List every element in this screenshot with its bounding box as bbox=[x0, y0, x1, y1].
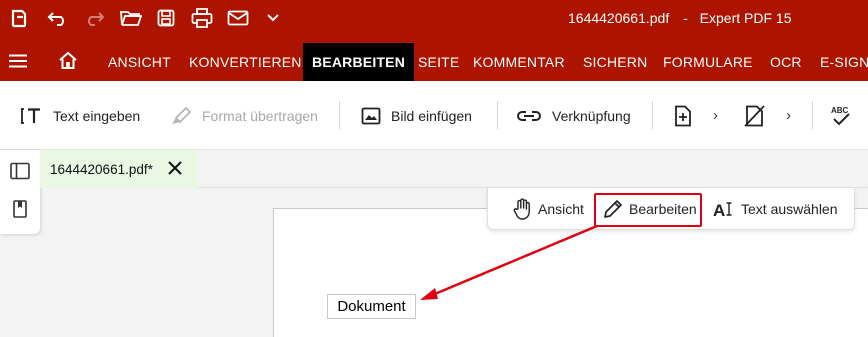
side-panel bbox=[0, 150, 40, 234]
panel-toggle-icon[interactable] bbox=[9, 160, 31, 182]
document-text: Dokument bbox=[337, 298, 406, 315]
add-page-chevron-icon[interactable]: › bbox=[713, 107, 718, 124]
text-eingeben-label: Text eingeben bbox=[53, 108, 141, 124]
tab-bearbeiten[interactable]: BEARBEITEN bbox=[303, 43, 415, 81]
document-tab-bar: 1644420661.pdf* bbox=[40, 150, 868, 188]
undo-icon[interactable] bbox=[46, 6, 70, 30]
ribbon-separator bbox=[812, 101, 813, 129]
redo-icon[interactable] bbox=[82, 6, 106, 30]
crop-page-chevron-icon[interactable]: › bbox=[786, 107, 791, 124]
ribbon-tabs: ANSICHT KONVERTIEREN BEARBEITEN SEITE KO… bbox=[0, 37, 868, 81]
spellcheck-icon: ABC bbox=[830, 104, 852, 128]
page-slash-icon bbox=[744, 105, 766, 127]
image-icon bbox=[361, 107, 381, 125]
format-uebertragen-label: Format übertragen bbox=[202, 108, 318, 124]
tab-esign[interactable]: E-SIGN bbox=[820, 43, 868, 81]
save-icon[interactable] bbox=[155, 6, 177, 30]
ribbon-separator bbox=[497, 101, 498, 129]
crop-page-button[interactable] bbox=[744, 103, 776, 129]
spellcheck-button[interactable]: ABC bbox=[830, 103, 862, 129]
document-text-box[interactable]: Dokument bbox=[327, 294, 416, 319]
text-eingeben-button[interactable]: Text eingeben bbox=[21, 103, 140, 129]
verknuepfung-label: Verknüpfung bbox=[552, 108, 631, 124]
verknuepfung-button[interactable]: Verknüpfung bbox=[516, 103, 631, 129]
tab-ansicht[interactable]: ANSICHT bbox=[108, 43, 171, 81]
chevron-down-icon[interactable] bbox=[263, 6, 283, 30]
tab-sichern[interactable]: SICHERN bbox=[583, 43, 647, 81]
document-tab[interactable]: 1644420661.pdf* bbox=[40, 150, 198, 188]
title-bar: 1644420661.pdf - Expert PDF 15 bbox=[0, 0, 868, 37]
close-icon[interactable] bbox=[166, 159, 184, 177]
ribbon-separator bbox=[339, 101, 340, 129]
tab-seite[interactable]: SEITE bbox=[418, 43, 459, 81]
link-icon bbox=[516, 109, 542, 123]
ansicht-mode-label: Ansicht bbox=[538, 201, 584, 217]
print-icon[interactable] bbox=[190, 6, 214, 30]
tab-konvertieren[interactable]: KONVERTIEREN bbox=[189, 43, 302, 81]
window-title-separator: - bbox=[683, 10, 688, 26]
hamburger-menu-icon[interactable] bbox=[9, 54, 27, 73]
home-icon[interactable] bbox=[58, 51, 78, 75]
bild-einfuegen-label: Bild einfügen bbox=[391, 108, 472, 124]
tab-ocr[interactable]: OCR bbox=[770, 43, 802, 81]
text-auswaehlen-mode-button[interactable]: A Text auswählen bbox=[713, 193, 838, 225]
text-auswaehlen-mode-label: Text auswählen bbox=[741, 201, 838, 217]
hand-icon bbox=[512, 198, 532, 220]
highlight-box bbox=[594, 193, 702, 227]
tab-kommentar[interactable]: KOMMENTAR bbox=[473, 43, 565, 81]
add-page-icon bbox=[673, 105, 693, 127]
open-folder-icon[interactable] bbox=[119, 6, 143, 30]
svg-text:ABC: ABC bbox=[831, 106, 849, 115]
svg-text:A: A bbox=[713, 201, 725, 219]
bild-einfuegen-button[interactable]: Bild einfügen bbox=[361, 103, 472, 129]
text-cursor-icon bbox=[21, 107, 43, 125]
ansicht-mode-button[interactable]: Ansicht bbox=[512, 193, 584, 225]
document-tab-label: 1644420661.pdf* bbox=[50, 161, 153, 177]
add-page-button[interactable] bbox=[673, 103, 703, 129]
format-uebertragen-button[interactable]: Format übertragen bbox=[170, 103, 318, 129]
text-select-icon: A bbox=[713, 199, 735, 219]
app-logo-icon[interactable] bbox=[8, 6, 30, 30]
format-painter-icon bbox=[170, 106, 192, 126]
window-filename: 1644420661.pdf bbox=[568, 10, 670, 26]
window-app-name: Expert PDF 15 bbox=[699, 10, 792, 26]
bookmark-icon[interactable] bbox=[9, 198, 31, 220]
ribbon-commands: Text eingeben Format übertragen Bild ein… bbox=[0, 81, 868, 150]
tab-formulare[interactable]: FORMULARE bbox=[663, 43, 753, 81]
email-icon[interactable] bbox=[226, 6, 250, 30]
window-title: 1644420661.pdf - Expert PDF 15 bbox=[568, 10, 792, 26]
ribbon-separator bbox=[652, 101, 653, 129]
